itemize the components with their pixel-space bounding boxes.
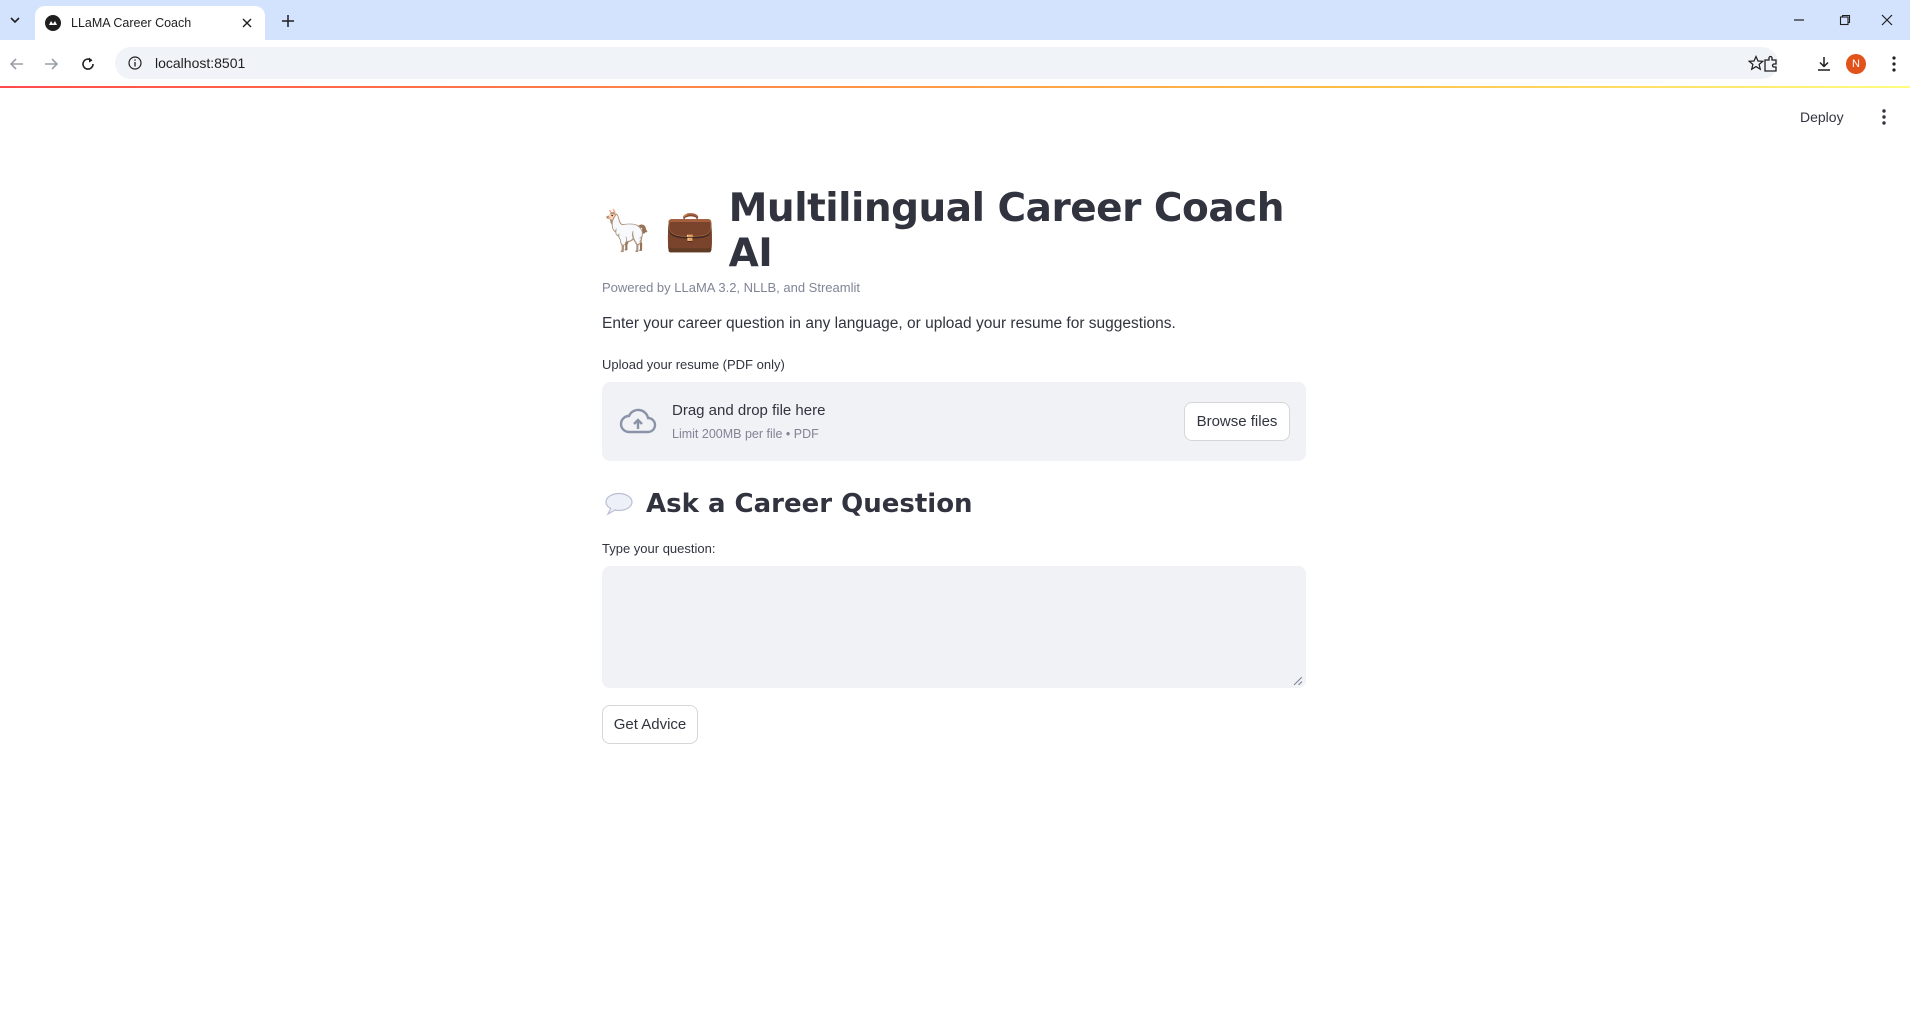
window-minimize-icon[interactable] (1776, 6, 1822, 34)
intro-text: Enter your career question in any langua… (602, 315, 1176, 332)
question-textarea[interactable] (602, 566, 1306, 688)
tab-title: LLaMA Career Coach (71, 16, 192, 30)
section-heading-text: Ask a Career Question (646, 489, 973, 519)
window-restore-icon[interactable] (1822, 6, 1868, 34)
forward-arrow-icon[interactable] (38, 51, 64, 77)
browser-toolbar: localhost:8501 N (0, 40, 1910, 86)
llama-icon: 🦙 (602, 208, 652, 254)
dropzone-instruction: Drag and drop file here (672, 402, 826, 419)
new-tab-plus-icon[interactable] (276, 9, 300, 33)
streamlit-favicon-icon (45, 15, 61, 31)
briefcase-icon: 💼 (665, 208, 715, 254)
main-content: 🦙 💼 Multilingual Career Coach AI Powered… (602, 186, 1306, 744)
browse-files-button[interactable]: Browse files (1184, 402, 1290, 441)
section-heading: Ask a Career Question (602, 483, 1306, 525)
downloads-icon[interactable] (1813, 53, 1835, 75)
dropzone-text: Drag and drop file here Limit 200MB per … (672, 402, 825, 441)
question-label: Type your question: (602, 541, 716, 556)
get-advice-button[interactable]: Get Advice (602, 705, 698, 744)
back-arrow-icon[interactable] (4, 51, 30, 77)
deploy-button[interactable]: Deploy (1800, 105, 1844, 129)
file-dropzone[interactable]: Drag and drop file here Limit 200MB per … (602, 382, 1306, 461)
speech-bubble-icon (602, 489, 636, 519)
tab-search-chevron-icon[interactable] (4, 9, 26, 31)
window-close-icon[interactable] (1864, 6, 1910, 34)
streamlit-decoration-bar (0, 86, 1910, 88)
address-bar[interactable]: localhost:8501 (115, 47, 1778, 79)
profile-avatar[interactable]: N (1846, 54, 1866, 74)
uploader-label: Upload your resume (PDF only) (602, 357, 785, 372)
browser-tabstrip: LLaMA Career Coach (0, 0, 1910, 40)
url-text: localhost:8501 (155, 55, 246, 71)
cloud-upload-icon (618, 402, 658, 442)
reload-icon[interactable] (75, 51, 101, 77)
page-caption: Powered by LLaMA 3.2, NLLB, and Streamli… (602, 280, 860, 295)
tab-close-icon[interactable] (239, 15, 255, 31)
browser-menu-kebab-icon[interactable] (1883, 53, 1905, 75)
page-title-text: Multilingual Career Coach AI (728, 186, 1285, 276)
app-menu-kebab-icon[interactable] (1873, 105, 1895, 129)
dropzone-limit: Limit 200MB per file • PDF (672, 427, 819, 441)
site-info-icon[interactable] (127, 55, 143, 71)
page-title: 🦙 💼 Multilingual Career Coach AI (602, 186, 1306, 276)
browser-tab-active[interactable]: LLaMA Career Coach (35, 6, 265, 40)
extensions-puzzle-icon[interactable] (1760, 53, 1782, 75)
